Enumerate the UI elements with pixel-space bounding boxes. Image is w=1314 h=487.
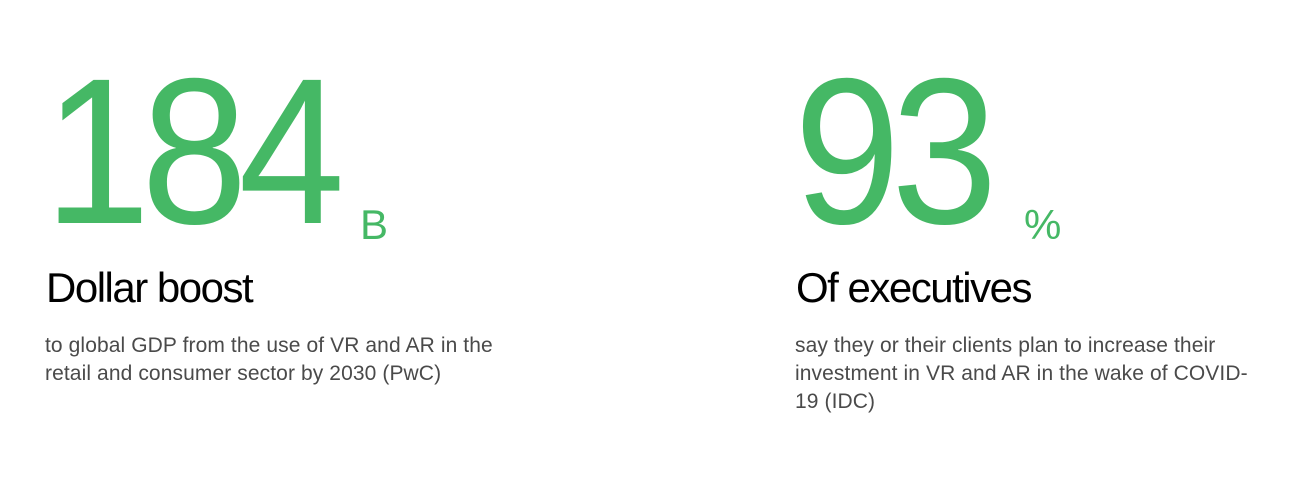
stat-unit: % xyxy=(1024,201,1062,248)
stat-number: 184 xyxy=(44,36,345,268)
stat-heading: Of executives xyxy=(796,264,1032,311)
stat-block-gdp-boost: 184 B Dollar boost to global GDP from th… xyxy=(44,0,564,487)
stat-figure: 184 B xyxy=(44,36,388,268)
stat-heading: Dollar boost xyxy=(46,264,254,311)
stat-block-executives: 93 % Of executives say they or their cli… xyxy=(794,0,1314,487)
stat-description: say they or their clients plan to increa… xyxy=(795,334,1248,413)
stat-unit: B xyxy=(360,201,389,248)
stat-figure: 93 % xyxy=(794,36,1061,268)
stat-number: 93 xyxy=(794,36,998,268)
stat-description: to global GDP from the use of VR and AR … xyxy=(45,334,493,385)
